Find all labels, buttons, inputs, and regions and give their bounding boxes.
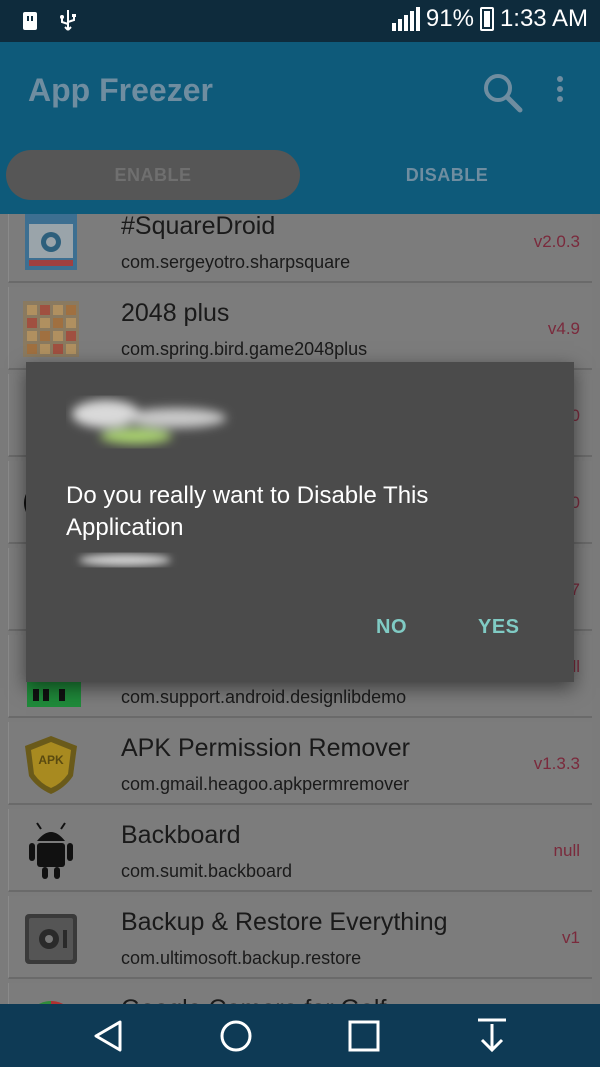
app-version: null — [553, 841, 580, 860]
camera-app-icon — [25, 214, 77, 270]
app-package: com.gmail.heagoo.apkpermremover — [121, 774, 410, 794]
app-package: com.spring.bird.game2048plus — [121, 339, 368, 359]
grid-game-icon — [23, 301, 79, 357]
svg-text:APK: APK — [38, 753, 64, 767]
yes-button[interactable]: YES — [478, 616, 520, 639]
more-vert-icon[interactable] — [548, 72, 572, 112]
dialog-message: Do you really want to Disable This Appli… — [66, 482, 429, 541]
colorful-circle-icon — [38, 1001, 64, 1004]
app-name: #SquareDroid — [121, 214, 276, 240]
app-name: 2048 plus — [121, 299, 230, 327]
clock: 1:33 AM — [499, 5, 588, 32]
app-package: com.sumit.backboard — [121, 861, 293, 881]
app-version: v2.0.3 — [533, 232, 580, 251]
search-icon[interactable] — [480, 70, 524, 114]
tab-enable[interactable]: ENABLE — [6, 150, 300, 200]
tab-disable[interactable]: DISABLE — [300, 150, 594, 200]
list-item[interactable]: Google Camera for Galf — [8, 983, 592, 1004]
app-name: Google Camera for Galf — [121, 995, 386, 1004]
notification-pulldown-icon[interactable] — [472, 1016, 512, 1056]
list-item[interactable]: 2048 plus com.spring.bird.game2048plus v… — [8, 287, 592, 370]
status-bar: 91% 1:33 AM — [0, 0, 600, 42]
usb-icon — [23, 12, 37, 30]
app-title: App Freezer — [28, 72, 213, 108]
list-item[interactable]: APK APK Permission Remover com.gmail.hea… — [8, 722, 592, 805]
signal-icon — [391, 7, 420, 31]
android-robot-icon — [29, 822, 73, 879]
battery-icon — [479, 7, 494, 31]
app-bar: App Freezer ENABLE DISABLE — [0, 42, 600, 214]
safe-icon — [25, 914, 77, 964]
app-name: Backup & Restore Everything — [121, 908, 448, 936]
app-version: v4.9 — [547, 319, 580, 338]
app-version: v1.3.3 — [533, 754, 580, 773]
back-icon[interactable] — [88, 1016, 128, 1056]
app-version: v1 — [562, 928, 580, 947]
list-item[interactable]: Backboard com.sumit.backboard null — [8, 809, 592, 892]
battery-percent: 91% — [425, 5, 474, 32]
no-button[interactable]: NO — [376, 616, 407, 639]
app-package: com.sergeyotro.sharpsquare — [121, 252, 351, 272]
blurred-title-region — [72, 400, 226, 444]
home-icon[interactable] — [216, 1016, 256, 1056]
shield-apk-icon: APK — [25, 736, 77, 794]
app-name: APK Permission Remover — [121, 734, 410, 762]
list-item[interactable]: Backup & Restore Everything com.ultimoso… — [8, 896, 592, 979]
disable-confirm-dialog: Do you really want to Disable This Appli… — [26, 362, 574, 682]
list-item[interactable]: #SquareDroid com.sergeyotro.sharpsquare … — [8, 214, 592, 283]
blurred-text-region — [79, 554, 171, 566]
usb-debug-icon — [60, 10, 76, 31]
app-name: Backboard — [121, 821, 241, 849]
app-package: com.ultimosoft.backup.restore — [121, 948, 362, 968]
recents-icon[interactable] — [344, 1016, 384, 1056]
navigation-bar — [0, 1004, 600, 1067]
app-package: com.support.android.designlibdemo — [121, 687, 407, 707]
